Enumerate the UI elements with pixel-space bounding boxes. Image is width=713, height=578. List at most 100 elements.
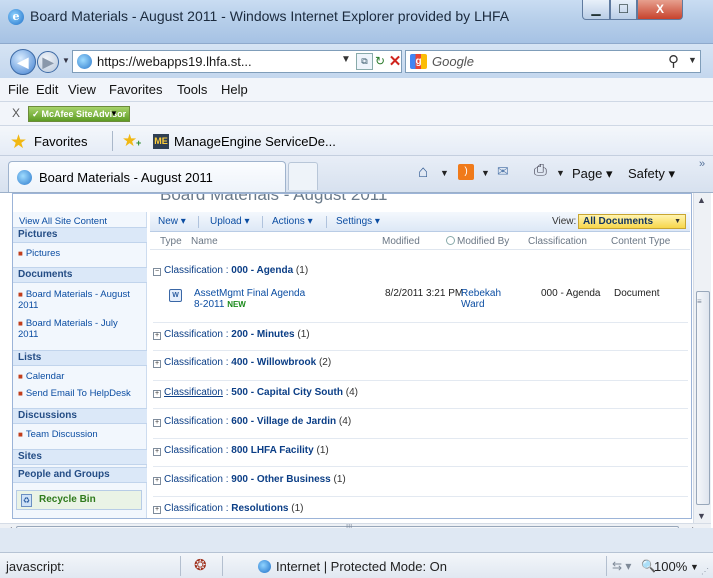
print-dropdown-icon[interactable]: ▼ — [556, 168, 565, 178]
ie-page-icon — [17, 170, 32, 185]
zoom-dropdown-icon[interactable]: ▼ — [690, 562, 699, 572]
group-header-agenda[interactable]: − Classification : 000 - Agenda (1) — [153, 265, 308, 276]
ql-heading-pictures[interactable]: Pictures — [13, 227, 147, 243]
expand-icon[interactable]: + — [153, 448, 161, 456]
ql-heading-sites[interactable]: Sites — [13, 449, 147, 465]
search-input[interactable]: Google — [432, 54, 474, 69]
stop-icon[interactable]: ✕ — [388, 51, 402, 72]
new-tab-button[interactable] — [288, 162, 318, 190]
resize-grip-icon[interactable]: ⋰ — [701, 567, 709, 576]
scroll-down-arrow-icon[interactable]: ▼ — [697, 511, 706, 521]
menu-file[interactable]: File — [8, 82, 29, 97]
maximize-button[interactable]: ☐ — [610, 0, 637, 20]
group-header-lhfa-facility[interactable]: + Classification : 800 LHFA Facility (1) — [153, 445, 329, 456]
expand-icon[interactable]: + — [153, 390, 161, 398]
ql-item-pictures[interactable]: ■ Pictures — [18, 248, 60, 259]
forward-button[interactable]: ▶ — [37, 51, 59, 73]
ql-heading-lists[interactable]: Lists — [13, 350, 147, 366]
actions-menu-button[interactable]: Actions ▾ — [272, 216, 313, 227]
refresh-icon[interactable]: ↻ — [373, 51, 387, 72]
group-header-village-de-jardin[interactable]: + Classification : 600 - Village de Jardi… — [153, 416, 351, 427]
url-text[interactable]: https://webapps19.lhfa.st... — [97, 54, 252, 69]
rss-feed-icon[interactable]: ) — [458, 164, 474, 180]
new-menu-button[interactable]: New ▾ — [158, 216, 186, 227]
scroll-up-arrow-icon[interactable]: ▲ — [697, 195, 706, 205]
add-to-favorites-icon[interactable]: ★ — [122, 131, 137, 151]
expand-icon[interactable]: + — [153, 477, 161, 485]
menu-help[interactable]: Help — [221, 82, 248, 97]
ql-heading-people-and-groups[interactable]: People and Groups — [13, 467, 147, 483]
horizontal-scrollbar[interactable]: ◀ ||| ▶ — [0, 523, 711, 528]
expand-icon[interactable]: + — [153, 419, 161, 427]
settings-menu-button[interactable]: Settings ▾ — [336, 216, 380, 227]
column-classification[interactable]: Classification — [528, 236, 587, 247]
address-dropdown-icon[interactable]: ▼ — [341, 54, 351, 65]
column-content-type[interactable]: Content Type — [611, 236, 670, 247]
column-type[interactable]: Type — [160, 236, 182, 247]
group-divider — [153, 408, 688, 409]
search-box[interactable]: g Google ⚲ ▼ — [405, 50, 701, 73]
security-zone-text[interactable]: Internet | Protected Mode: On — [276, 559, 447, 574]
column-modified[interactable]: Modified — [382, 236, 420, 247]
privacy-report-icon[interactable]: ❂ — [194, 556, 207, 574]
ql-item-send-email[interactable]: ■ Send Email To HelpDesk — [18, 388, 131, 399]
recycle-bin-link[interactable]: ♻ Recycle Bin — [16, 490, 142, 510]
home-icon[interactable]: ⌂ — [418, 162, 428, 182]
minimize-button[interactable]: ▁ — [582, 0, 610, 20]
search-options-dropdown-icon[interactable]: ▼ — [688, 55, 697, 65]
ql-item-team-discussion[interactable]: ■ Team Discussion — [18, 429, 98, 440]
ql-heading-documents[interactable]: Documents — [13, 267, 147, 283]
ql-heading-discussions[interactable]: Discussions — [13, 408, 147, 424]
document-modified-by-link[interactable]: Rebekah Ward — [461, 288, 521, 310]
search-icon[interactable]: ⚲ — [668, 52, 679, 70]
more-commands-chevron-icon[interactable]: » — [699, 158, 705, 170]
ql-item-calendar[interactable]: ■ Calendar — [18, 371, 64, 382]
close-button[interactable]: X — [637, 0, 683, 20]
scroll-right-arrow-icon[interactable]: ▶ — [692, 525, 699, 528]
page-menu-button[interactable]: Page ▾ — [572, 166, 613, 182]
back-button[interactable]: ◀ — [10, 49, 36, 75]
menu-favorites[interactable]: Favorites — [109, 82, 162, 97]
expand-icon[interactable]: + — [153, 360, 161, 368]
close-toolbar-icon[interactable]: X — [12, 106, 20, 120]
expand-icon[interactable]: + — [153, 332, 161, 340]
group-header-other-business[interactable]: + Classification : 900 - Other Business (… — [153, 474, 346, 485]
document-name-link[interactable]: AssetMgmt Final Agenda 8-2011 NEW — [194, 288, 314, 310]
feed-dropdown-icon[interactable]: ▼ — [481, 168, 490, 178]
vertical-scroll-thumb[interactable] — [696, 291, 710, 505]
view-all-site-content-link[interactable]: View All Site Content — [19, 216, 107, 227]
compatibility-view-icon[interactable]: ⧉ — [356, 53, 373, 70]
word-document-icon[interactable]: W — [169, 289, 182, 302]
ie-logo-icon: e — [8, 9, 24, 25]
view-selector[interactable]: All Documents ▼ — [578, 214, 686, 229]
safety-menu-button[interactable]: Safety ▾ — [628, 166, 675, 182]
home-dropdown-icon[interactable]: ▼ — [440, 168, 449, 178]
favorite-link-manageengine[interactable]: ManageEngine ServiceDe... — [174, 134, 336, 149]
scroll-left-arrow-icon[interactable]: ◀ — [5, 525, 12, 528]
tab-board-materials[interactable]: Board Materials - August 2011 — [8, 161, 286, 192]
pop-up-blocker-icon[interactable]: ⇆ ▾ — [612, 559, 631, 573]
group-header-minutes[interactable]: + Classification : 200 - Minutes (1) — [153, 329, 310, 340]
ql-item-board-materials-august[interactable]: ■ Board Materials - August 2011 — [18, 289, 138, 311]
column-modified-by[interactable]: Modified By — [446, 236, 509, 247]
group-header-capital-city-south[interactable]: + Classification : 500 - Capital City Sou… — [153, 387, 358, 398]
print-icon[interactable]: ⎙ — [534, 162, 547, 180]
menu-tools[interactable]: Tools — [177, 82, 207, 97]
favorites-button[interactable]: Favorites — [34, 134, 87, 149]
mcafee-dropdown-icon[interactable]: ▼ — [110, 109, 118, 118]
menu-edit[interactable]: Edit — [36, 82, 58, 97]
favorites-star-icon[interactable]: ★ — [10, 131, 27, 154]
expand-icon[interactable]: + — [153, 506, 161, 514]
ql-item-board-materials-july[interactable]: ■ Board Materials - July 2011 — [18, 318, 138, 340]
recent-pages-dropdown-icon[interactable]: ▼ — [62, 56, 70, 65]
vertical-scrollbar[interactable]: ▲ ≡ ▼ — [693, 193, 711, 523]
mail-icon[interactable]: ✉ — [497, 163, 509, 180]
column-name[interactable]: Name — [191, 236, 218, 247]
group-header-resolutions[interactable]: + Classification : Resolutions (1) — [153, 503, 304, 514]
group-header-willowbrook[interactable]: + Classification : 400 - Willowbrook (2) — [153, 357, 331, 368]
address-bar[interactable]: https://webapps19.lhfa.st... ▼ ⧉ ↻ ✕ — [72, 50, 402, 73]
upload-menu-button[interactable]: Upload ▾ — [210, 216, 250, 227]
menu-view[interactable]: View — [68, 82, 96, 97]
collapse-icon[interactable]: − — [153, 268, 161, 276]
zoom-level[interactable]: 100% — [654, 559, 687, 574]
